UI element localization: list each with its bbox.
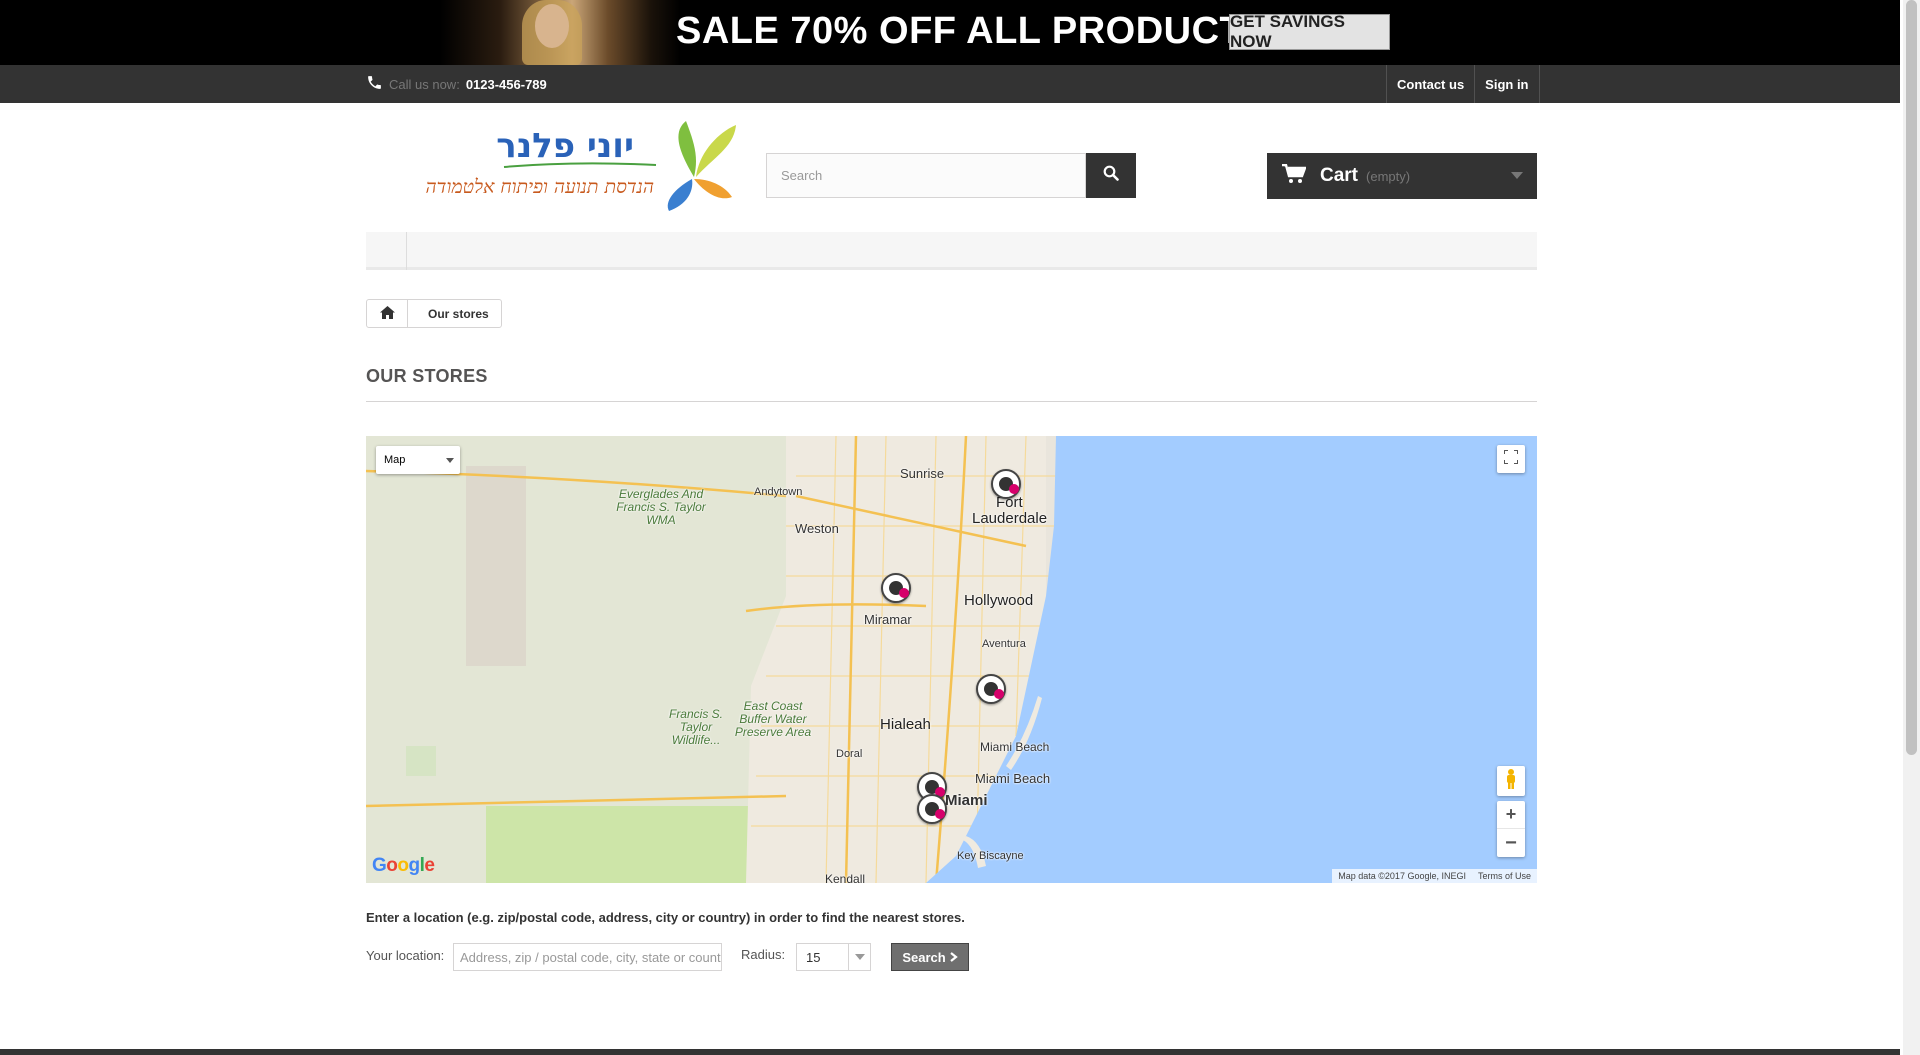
map-type-label: Map [384,454,406,466]
zoom-in-button[interactable]: + [1497,801,1525,829]
map-data-credit: Map data ©2017 Google, INEGI [1338,871,1466,881]
map-label-hialeah: Hialeah [880,716,931,733]
chevron-right-icon [950,950,958,965]
radius-select[interactable]: 15 [796,943,871,971]
store-search-label: Search [902,949,946,965]
cart-icon [1282,163,1307,189]
fullscreen-icon [1503,448,1519,469]
home-icon [379,305,395,322]
radius-label: Radius: [741,947,786,962]
call-label: Call us now: [389,76,460,92]
chevron-down-icon [1511,172,1523,179]
cart-status: (empty) [1366,168,1411,184]
scrollbar-thumb[interactable] [1906,0,1917,755]
map-label-miramar: Miramar [864,612,912,627]
map-label-andytown: Andytown [754,486,803,498]
map-label-weston: Weston [795,521,839,536]
site-logo[interactable]: יוני פלנר הנדסת תנועה ופיתוח אלטמודה [394,117,739,211]
top-navbar: Call us now: 0123-456-789 Contact us Sig… [0,65,1900,103]
chevron-down-icon [446,458,454,463]
logo-tagline: הנדסת תנועה ופיתוח אלטמודה [426,176,654,198]
phone-number: 0123-456-789 [465,76,547,92]
sign-in-link[interactable]: Sign in [1474,65,1540,103]
store-marker[interactable] [976,674,1006,704]
google-logo[interactable]: Google [372,855,435,877]
footer-strip [0,1049,1900,1055]
promo-banner[interactable]: SALE 70% OFF ALL PRODUCTS GET SAVINGS NO… [0,0,1900,65]
phone-info: Call us now: 0123-456-789 [366,74,547,94]
page: SALE 70% OFF ALL PRODUCTS GET SAVINGS NO… [0,0,1920,1055]
locator-help-text: Enter a location (e.g. zip/postal code, … [366,910,965,925]
cart-label: Cart [1320,165,1359,186]
store-marker[interactable] [881,573,911,603]
breadcrumb-home[interactable] [367,300,408,327]
search-input[interactable]: Search [766,153,1086,198]
terms-of-use-link[interactable]: Terms of Use [1478,871,1531,881]
location-label: Your location: [366,948,445,963]
cart-button[interactable]: Cart (empty) [1267,153,1537,199]
store-map[interactable]: Sunrise Fort Lauderdale Andytown Weston … [366,436,1537,883]
store-marker[interactable] [991,469,1021,499]
banner-headline: SALE 70% OFF ALL PRODUCTS [676,10,1270,52]
contact-us-link[interactable]: Contact us [1386,65,1474,103]
map-attribution: Map data ©2017 Google, INEGI Terms of Us… [1332,869,1537,883]
map-label-doral: Doral [836,748,863,760]
breadcrumb-current: Our stores [428,306,489,321]
street-view-pegman[interactable] [1497,766,1525,796]
store-marker[interactable] [917,794,947,824]
breadcrumb: Our stores [366,299,502,328]
page-title: Our stores [366,366,1537,402]
search-icon [1103,165,1119,186]
location-input[interactable]: Address, zip / postal code, city, state … [453,943,722,971]
main-menu-bar [366,232,1537,270]
map-label-miami-beach-2: Miami Beach [975,771,1051,786]
map-label-sunrise: Sunrise [900,466,945,481]
map-label-key-biscayne: Key Biscayne [957,850,1024,862]
fullscreen-button[interactable] [1497,445,1525,473]
store-search-button[interactable]: Search [891,943,969,971]
get-savings-button[interactable]: GET SAVINGS NOW [1229,12,1390,51]
zoom-controls: + − [1497,801,1525,857]
zoom-out-button[interactable]: − [1497,829,1525,857]
map-label-francis: Francis S. Taylor Wildlife... [668,707,723,747]
map-label-miami-beach-1: Miami Beach [980,740,1050,754]
map-label-lauderdale: Lauderdale [972,510,1048,527]
logo-name: יוני פלנר [496,126,634,166]
radius-value: 15 [806,949,821,965]
map-label-aventura: Aventura [982,638,1026,650]
map-label-kendall: Kendall [825,872,866,883]
map-label-east-coast: East Coast Buffer Water Preserve Area [734,699,812,739]
phone-icon [366,74,383,94]
map-label-hollywood: Hollywood [964,592,1034,609]
page-scrollbar[interactable] [1903,0,1920,1055]
map-label-everglades: Everglades And Francis S. Taylor WMA [616,487,706,527]
search-submit-button[interactable] [1086,153,1136,198]
map-label-miami: Miami [945,792,988,809]
banner-model-image [440,0,680,65]
pegman-icon [1505,768,1517,794]
map-type-select[interactable]: Map [376,446,460,474]
chevron-down-icon [848,944,870,970]
map-tiles [366,436,1537,883]
